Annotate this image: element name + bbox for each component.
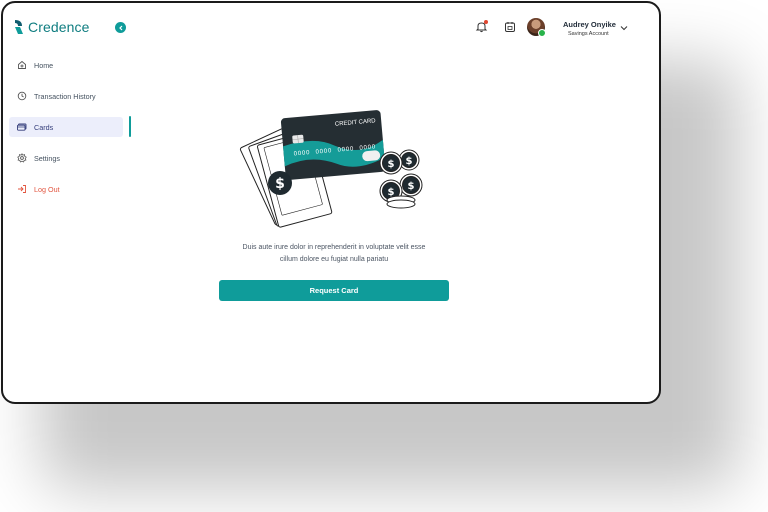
- logout-icon: [18, 185, 26, 193]
- cards-icon: [17, 123, 27, 131]
- app-logo[interactable]: Credence: [13, 18, 90, 36]
- chevron-down-icon[interactable]: [620, 25, 628, 31]
- request-card-button[interactable]: Request Card: [219, 280, 449, 301]
- sidebar-item-home[interactable]: Home: [9, 55, 123, 75]
- credence-logo-icon: [15, 20, 23, 34]
- topbar-actions: [475, 20, 516, 33]
- notification-button[interactable]: [475, 20, 488, 33]
- sidebar-item-label: Log Out: [34, 184, 60, 194]
- app-window: Credence Audrey Onyike Savings Account H…: [1, 1, 661, 404]
- sidebar-item-label: Cards: [34, 122, 54, 132]
- sidebar-collapse-button[interactable]: [115, 22, 126, 33]
- home-icon: [18, 60, 26, 69]
- sidebar-item-cards[interactable]: Cards: [9, 116, 131, 137]
- user-name: Audrey Onyike: [563, 20, 616, 29]
- notification-badge: [484, 20, 488, 24]
- user-account-type: Savings Account: [568, 31, 609, 37]
- description-line: cillum dolore eu fugiat nulla pariatu: [279, 255, 389, 263]
- coin-stack-icon: [379, 149, 423, 209]
- calendar-icon[interactable]: [504, 21, 516, 33]
- empty-state-description: Duis aute irure dolor in reprehenderit i…: [203, 242, 465, 265]
- description-line: Duis aute irure dolor in reprehenderit i…: [242, 244, 426, 251]
- avatar[interactable]: [527, 18, 546, 37]
- sidebar-item-settings[interactable]: Settings: [9, 148, 123, 168]
- svg-text:$: $: [275, 176, 285, 192]
- online-status-dot: [538, 29, 546, 37]
- gear-icon: [17, 153, 27, 163]
- chevron-left-icon: [118, 25, 122, 30]
- history-icon: [17, 91, 27, 101]
- svg-text:$: $: [388, 187, 395, 198]
- sidebar-nav: Home Transaction History Cards Settings: [9, 55, 131, 210]
- app-name: Credence: [28, 19, 90, 35]
- credit-card-graphic: CREDIT CARD 0000 0000 0000 0000: [280, 110, 386, 180]
- sidebar-item-logout[interactable]: Log Out: [9, 179, 123, 199]
- sidebar-item-transaction-history[interactable]: Transaction History: [9, 86, 123, 106]
- sidebar-item-label: Settings: [34, 153, 60, 163]
- sidebar-item-label: Home: [34, 60, 54, 70]
- svg-text:$: $: [388, 159, 395, 170]
- svg-text:$: $: [408, 181, 415, 192]
- empty-cards-illustration: CREDIT CARD 0000 0000 0000 0000 $ $ $ $ $: [239, 110, 423, 228]
- svg-text:$: $: [406, 156, 413, 167]
- dollar-coin-icon: $: [268, 171, 292, 195]
- sidebar-item-label: Transaction History: [34, 91, 96, 101]
